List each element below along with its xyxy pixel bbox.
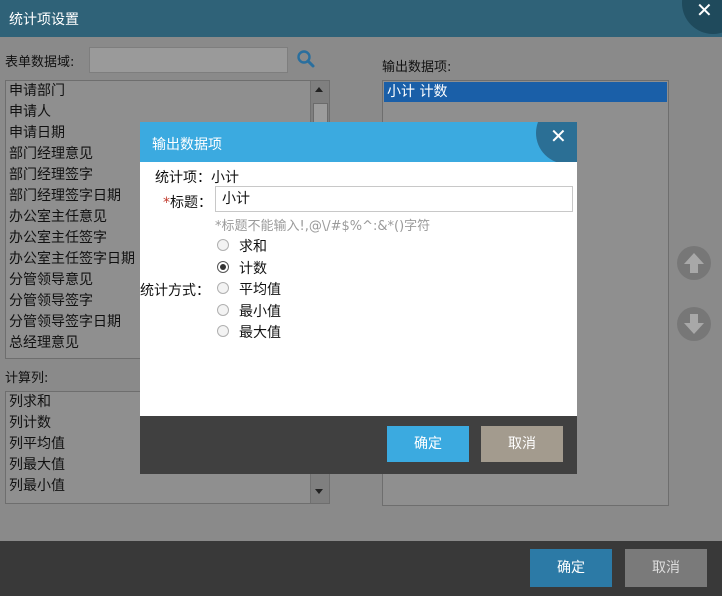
radio-label: 求和	[239, 239, 267, 255]
radio-button[interactable]	[217, 282, 229, 294]
close-icon: ✕	[696, 0, 713, 22]
output-items-label: 输出数据项:	[382, 60, 452, 75]
move-up-button[interactable]	[677, 246, 711, 280]
window-footer	[0, 541, 722, 596]
list-item[interactable]: 申请人	[6, 102, 329, 123]
radio-button[interactable]	[217, 239, 229, 251]
radio-label: 最大值	[239, 325, 281, 341]
output-item-dialog: 输出数据项 ✕ 统计项：小计 *标题： 小计 *标题不能输入!,@\/#$%^:…	[140, 122, 577, 474]
scroll-up-icon[interactable]	[315, 87, 323, 92]
form-domain-search-input[interactable]	[89, 47, 288, 73]
method-label: 统计方式：	[140, 283, 210, 299]
window-header: 统计项设置 ✕	[0, 0, 722, 37]
scroll-down-icon[interactable]	[315, 489, 323, 494]
stat-item-label: 统计项：小计	[155, 170, 239, 186]
dialog-close-button[interactable]: ✕	[536, 122, 577, 162]
dialog-ok-button[interactable]: 确定	[387, 426, 469, 462]
dialog-header: 输出数据项 ✕	[140, 122, 577, 162]
radio-button[interactable]	[217, 325, 229, 337]
arrow-down-circle-icon	[684, 314, 704, 334]
required-mark: *	[163, 195, 170, 211]
list-item[interactable]: 申请部门	[6, 81, 329, 102]
title-input[interactable]: 小计	[215, 186, 573, 212]
close-icon: ✕	[550, 124, 567, 148]
title-field-label: *标题：	[163, 192, 212, 212]
window-title: 统计项设置	[9, 12, 79, 28]
arrow-up-circle-icon	[684, 253, 704, 273]
radio-label: 计数	[239, 260, 267, 277]
window-cancel-button[interactable]: 取消	[625, 549, 707, 587]
list-item[interactable]: 列最小值	[6, 476, 329, 497]
radio-label: 平均值	[239, 282, 281, 298]
move-down-button[interactable]	[677, 307, 711, 341]
window-close-button[interactable]: ✕	[682, 0, 722, 34]
output-item-selected[interactable]: 小计 计数	[384, 82, 667, 102]
dialog-title: 输出数据项	[152, 137, 222, 153]
calc-columns-label: 计算列:	[5, 371, 49, 386]
window-ok-button[interactable]: 确定	[530, 549, 612, 587]
radio-button[interactable]	[217, 303, 229, 316]
radio-label: 最小值	[239, 303, 281, 320]
title-label-text: 标题：	[170, 195, 212, 211]
form-domain-label: 表单数据域:	[5, 55, 75, 70]
radio-button[interactable]	[217, 260, 229, 273]
search-icon[interactable]	[296, 49, 316, 69]
dialog-cancel-button[interactable]: 取消	[481, 426, 563, 462]
title-hint: *标题不能输入!,@\/#$%^:&*()字符	[215, 219, 431, 234]
